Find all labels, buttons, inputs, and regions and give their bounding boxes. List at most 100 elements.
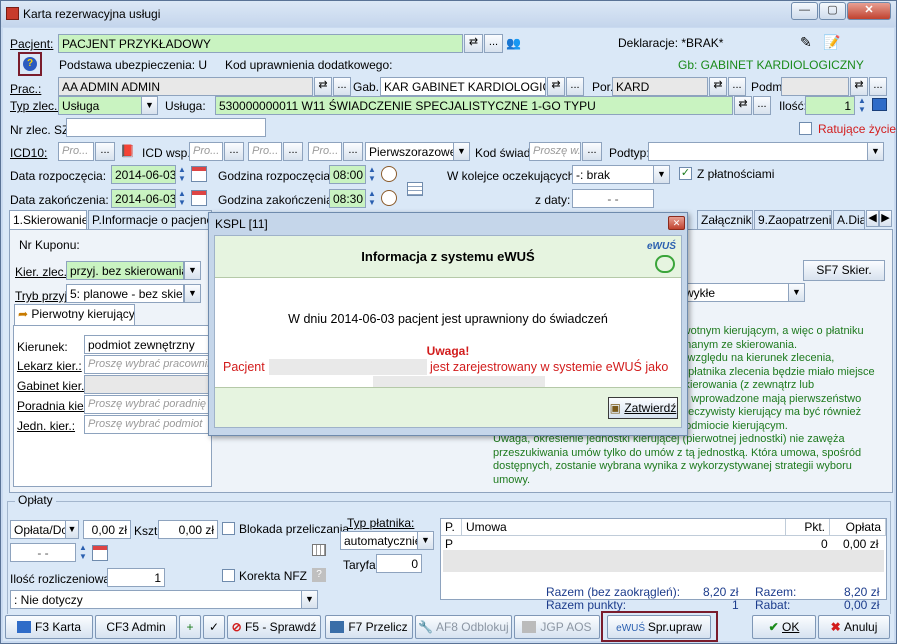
tab-patient-info[interactable]: P.Informacje o pacjencie	[88, 210, 212, 229]
service-lookup-icon[interactable]: ⇄	[734, 96, 752, 115]
row-oplata[interactable]: 0,00 zł	[843, 537, 878, 551]
start-calendar-icon[interactable]	[191, 166, 207, 182]
mode-dropdown-icon[interactable]: ▼	[788, 283, 805, 302]
check-eligibility-button[interactable]: eWUŚ Spr.upraw	[607, 615, 711, 639]
priority-select[interactable]: Pierwszorazowe	[365, 142, 454, 161]
col-header-pkt[interactable]: Pkt.	[786, 519, 830, 535]
korekta-checkbox[interactable]	[222, 569, 235, 582]
qty-spinner[interactable]: ▲ ▼	[856, 96, 868, 115]
tryb-dropdown-icon[interactable]: ▼	[184, 284, 201, 303]
f3-card-button[interactable]: F3 Karta	[5, 615, 93, 639]
prac-lookup-icon[interactable]: ⇄	[314, 77, 332, 96]
kier-dropdown-icon[interactable]: ▼	[184, 261, 201, 280]
por-field[interactable]: KARD	[612, 77, 708, 96]
queue-dropdown-icon[interactable]: ▼	[653, 165, 670, 184]
qty-field[interactable]: 1	[805, 96, 855, 115]
icd-wsp2-field[interactable]: Pro...	[248, 142, 282, 161]
tariff-field[interactable]: 0	[376, 554, 422, 573]
kod-more-button[interactable]: ...	[582, 142, 602, 161]
paid-checkbox[interactable]: ✓	[679, 167, 692, 180]
podm-more-button[interactable]: ...	[869, 77, 887, 96]
tab-skierowanie[interactable]: 1.Skierowanie	[9, 210, 87, 230]
podtyp-dropdown-icon[interactable]: ▼	[867, 142, 884, 161]
nd-dropdown-icon[interactable]: ▼	[301, 590, 318, 609]
type-select[interactable]: Usługa	[58, 96, 142, 115]
tab-scroll-right-icon[interactable]: ▶	[879, 210, 892, 227]
kierunek-select[interactable]: podmiot zewnętrzny	[84, 335, 209, 354]
maximize-button[interactable]: ▢	[819, 2, 846, 20]
icd-wsp2-more-button[interactable]: ...	[283, 142, 303, 161]
por-more-button[interactable]: ...	[728, 77, 746, 96]
service-more-button[interactable]: ...	[753, 96, 771, 115]
start-time-spinner[interactable]: ▲ ▼	[366, 165, 378, 184]
col-header-p[interactable]: P.	[441, 519, 462, 535]
add-person-icon[interactable]: +	[179, 615, 201, 639]
ok-button[interactable]: ✔ OK	[752, 615, 816, 639]
f5-check-button[interactable]: ⊘ F5 - Sprawdź	[227, 615, 321, 639]
kier-select[interactable]: przyj. bez skierowania	[66, 261, 184, 280]
fee-calendar-icon[interactable]	[92, 545, 108, 561]
end-date-spinner[interactable]: ▲ ▼	[176, 189, 188, 208]
notes-icon[interactable]: 📝	[823, 34, 840, 51]
zdaty-field[interactable]: - -	[572, 189, 654, 208]
af8-unlock-button[interactable]: 🔧 AF8 Odblokuj	[415, 615, 512, 639]
kod-field[interactable]: Proszę w...	[529, 142, 581, 161]
end-time-field[interactable]: 08:30	[329, 189, 366, 208]
tab-diagnosis[interactable]: A.Dia	[833, 210, 865, 229]
dialog-close-button[interactable]: ✕	[668, 216, 685, 230]
gab-more-button[interactable]: ...	[566, 77, 584, 96]
icd-more-button[interactable]: ...	[95, 142, 115, 161]
tryb-select[interactable]: 5: planowe - bez skier.	[66, 284, 184, 303]
confirm-button[interactable]: ▣ Zatwierdź	[608, 397, 678, 419]
row-p[interactable]: P	[445, 537, 453, 551]
start-date-spinner[interactable]: ▲ ▼	[176, 165, 188, 184]
help-icon[interactable]: ?	[23, 57, 37, 71]
poradnia-field[interactable]: Proszę wybrać poradnię	[84, 395, 209, 414]
close-button[interactable]: ✕	[847, 2, 891, 20]
minimize-button[interactable]: —	[791, 2, 818, 20]
nd-select[interactable]: : Nie dotyczy	[10, 590, 308, 609]
end-time-spinner[interactable]: ▲ ▼	[366, 189, 378, 208]
schedule-grid-icon[interactable]	[407, 182, 423, 196]
tab-zaopatrzenie[interactable]: 9.Zaopatrzenie	[754, 210, 832, 229]
patient-more-button[interactable]: ...	[484, 34, 503, 53]
jgp-aos-button[interactable]: JGP AOS	[514, 615, 600, 639]
fee-type-select[interactable]: Opłata/Dc	[10, 520, 66, 539]
fee-date-spinner[interactable]: ▲ ▼	[77, 543, 89, 562]
podm-field[interactable]	[781, 77, 849, 96]
cf3-admin-button[interactable]: CF3 Admin	[95, 615, 177, 639]
type-dropdown-icon[interactable]: ▼	[141, 96, 158, 115]
icd-wsp3-field[interactable]: Pro...	[308, 142, 342, 161]
kszt-field[interactable]: 0,00 zł	[158, 520, 218, 539]
order-nr-field[interactable]	[66, 118, 266, 137]
rescue-checkbox[interactable]	[799, 122, 812, 135]
col-header-umowa[interactable]: Umowa	[462, 519, 786, 535]
patient-name-field[interactable]: PACJENT PRZYKŁADOWY	[58, 34, 463, 53]
tab-scroll-left-icon[interactable]: ◀	[866, 210, 879, 227]
f7-recalc-button[interactable]: F7 Przelicz	[325, 615, 413, 639]
jedn-field[interactable]: Proszę wybrać podmiot	[84, 415, 209, 434]
calculator-icon[interactable]	[872, 98, 887, 111]
icd-wsp1-more-button[interactable]: ...	[224, 142, 244, 161]
count-field[interactable]: 1	[107, 568, 165, 587]
priority-dropdown-icon[interactable]: ▼	[453, 142, 470, 161]
sf7-referral-button[interactable]: SF7 Skier.	[803, 260, 885, 281]
gab-lookup-icon[interactable]: ⇄	[547, 77, 565, 96]
icd-wsp3-more-button[interactable]: ...	[343, 142, 363, 161]
user-edit-icon[interactable]: ✎	[800, 34, 812, 51]
icd-wsp1-field[interactable]: Pro...	[189, 142, 223, 161]
end-clock-icon[interactable]	[381, 190, 397, 206]
fee-dropdown-icon[interactable]: ▼	[65, 520, 79, 539]
gab-field[interactable]: KAR GABINET KARDIOLOGICZN	[380, 77, 546, 96]
prac-field[interactable]: AA ADMIN ADMIN	[58, 77, 313, 96]
podm-lookup-icon[interactable]: ⇄	[850, 77, 868, 96]
icd-field[interactable]: Pro...	[58, 142, 94, 161]
row-pkt[interactable]: 0	[821, 537, 828, 551]
tab-attachments[interactable]: Załączniki	[697, 210, 753, 229]
icd-book-icon[interactable]: 📕	[120, 144, 135, 158]
grid-icon[interactable]	[312, 544, 326, 556]
lekarz-field[interactable]: Proszę wybrać pracownika	[84, 355, 209, 374]
queue-select[interactable]: -: brak	[572, 165, 654, 184]
fee-date-field[interactable]: - -	[10, 543, 76, 562]
gabinet-field[interactable]	[84, 375, 209, 394]
